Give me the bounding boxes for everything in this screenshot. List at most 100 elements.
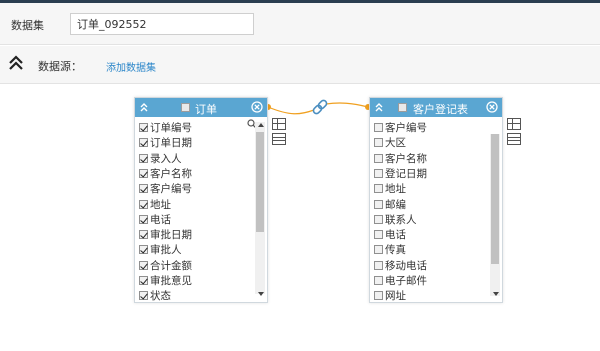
field-item[interactable]: 订单日期 [139,136,192,151]
field-item[interactable]: 客户名称 [374,152,427,167]
field-checkbox[interactable] [374,260,383,270]
table-grid-icon[interactable] [272,118,286,130]
field-label: 审批人 [150,244,182,257]
field-checkbox[interactable] [139,276,148,285]
field-item[interactable]: 地址 [139,198,171,213]
field-checkbox[interactable] [374,184,383,194]
field-label: 电话 [150,213,171,226]
field-item[interactable]: 传真 [374,243,406,258]
field-checkbox[interactable] [139,230,148,240]
field-item[interactable]: 合计金额 [139,259,192,274]
collapse-up-icon[interactable] [139,101,149,113]
field-label: 邮编 [385,198,406,211]
table-orders-view-icons [272,118,286,148]
field-label: 传真 [385,244,406,257]
field-label: 客户名称 [385,152,427,165]
close-circle-icon[interactable] [251,101,263,113]
field-checkbox[interactable] [374,168,383,178]
field-checkbox[interactable] [374,123,383,132]
field-checkbox[interactable] [139,168,148,178]
field-item[interactable]: 移动电话 [374,259,427,274]
field-item[interactable]: 审批意见 [139,274,192,289]
field-label: 地址 [385,183,406,196]
table-customer-view-icons [507,118,521,148]
field-checkbox[interactable] [374,199,383,209]
double-chevron-up-icon[interactable] [7,54,25,72]
field-checkbox[interactable] [374,245,383,255]
field-label: 客户编号 [150,183,192,196]
field-item[interactable]: 客户编号 [139,182,192,197]
dataset-label: 数据集 [11,19,44,32]
field-item[interactable]: 大区 [374,136,406,151]
field-label: 电话 [385,229,406,242]
close-circle-icon[interactable] [486,101,498,113]
select-all-checkbox[interactable] [398,103,407,112]
field-label: 状态 [150,290,171,303]
field-checkbox[interactable] [139,291,148,301]
field-checkbox[interactable] [374,276,383,285]
table-header[interactable]: 订单 [135,98,267,117]
field-item[interactable]: 订单编号 [139,121,192,136]
add-dataset-link[interactable]: 添加数据集 [106,59,156,74]
field-checkbox[interactable] [139,245,148,255]
field-item[interactable]: 客户名称 [139,167,192,182]
field-item[interactable]: 状态 [139,289,171,304]
field-checkbox[interactable] [139,184,148,194]
field-item[interactable]: 邮编 [374,198,406,213]
scrollbar[interactable] [490,134,500,296]
collapse-up-icon[interactable] [374,101,384,113]
field-checkbox[interactable] [374,138,383,148]
table-orders[interactable]: 订单 订单编号 订单日期录入人客户名称 客户编号地址 电话审批日期审批人合计金额审批意… [134,97,268,303]
field-item[interactable]: 地址 [374,182,406,197]
field-checkbox[interactable] [374,230,383,240]
field-label: 审批意见 [150,275,192,287]
field-item[interactable]: 电子邮件 [374,274,427,289]
field-item[interactable]: 录入人 [139,152,182,167]
field-checkbox[interactable] [139,214,148,224]
scroll-down-arrow[interactable] [258,292,264,296]
datasource-row: 数据源： 添加数据集 [0,46,600,84]
table-header[interactable]: 客户登记表 [370,98,502,117]
field-checkbox[interactable] [139,123,148,132]
field-item[interactable]: 客户编号 [374,121,427,136]
scroll-down-arrow[interactable] [493,292,499,296]
field-item[interactable]: 登记日期 [374,167,427,182]
dataset-name-input[interactable] [70,13,254,35]
field-item[interactable]: 审批人 [139,243,182,258]
scrollbar-thumb[interactable] [491,134,499,264]
select-all-checkbox[interactable] [181,103,190,112]
field-label: 移动电话 [385,259,427,272]
field-checkbox[interactable] [374,153,383,163]
field-checkbox[interactable] [139,260,148,270]
dataset-row: 数据集 [0,3,600,45]
field-item[interactable]: 审批日期 [139,228,192,243]
table-rows-icon[interactable] [507,133,521,145]
table-grid-icon[interactable] [507,118,521,130]
field-checkbox[interactable] [139,199,148,209]
field-label: 订单日期 [150,137,192,150]
field-item[interactable]: 电话 [374,228,406,243]
field-label: 登记日期 [385,167,427,180]
field-label: 网址 [385,290,406,303]
field-label: 客户编号 [385,122,427,134]
field-label: 审批日期 [150,229,192,242]
table-title: 订单 [195,103,217,116]
datasource-label: 数据源： [38,60,82,73]
table-customer-registry[interactable]: 客户登记表 客户编号大区 客户名称登记日期地址邮编联系人电话传真移动电话电子邮件网… [369,97,503,303]
field-list: 订单编号 订单日期录入人客户名称 客户编号地址 电话审批日期审批人合计金额审批意见状态 [135,117,267,302]
field-item[interactable]: 联系人 [374,213,417,228]
field-label: 合计金额 [150,259,192,272]
scrollbar-thumb[interactable] [256,132,264,232]
field-checkbox[interactable] [374,291,383,301]
field-label: 录入人 [150,152,182,165]
scroll-up-arrow[interactable] [258,123,264,127]
field-checkbox[interactable] [374,214,383,224]
field-item[interactable]: 网址 [374,289,406,304]
field-label: 联系人 [385,213,417,226]
field-item[interactable]: 电话 [139,213,171,228]
field-checkbox[interactable] [139,138,148,148]
scrollbar[interactable] [255,122,265,294]
table-rows-icon[interactable] [272,133,286,145]
chain-link-icon[interactable] [312,99,328,115]
field-checkbox[interactable] [139,153,148,163]
